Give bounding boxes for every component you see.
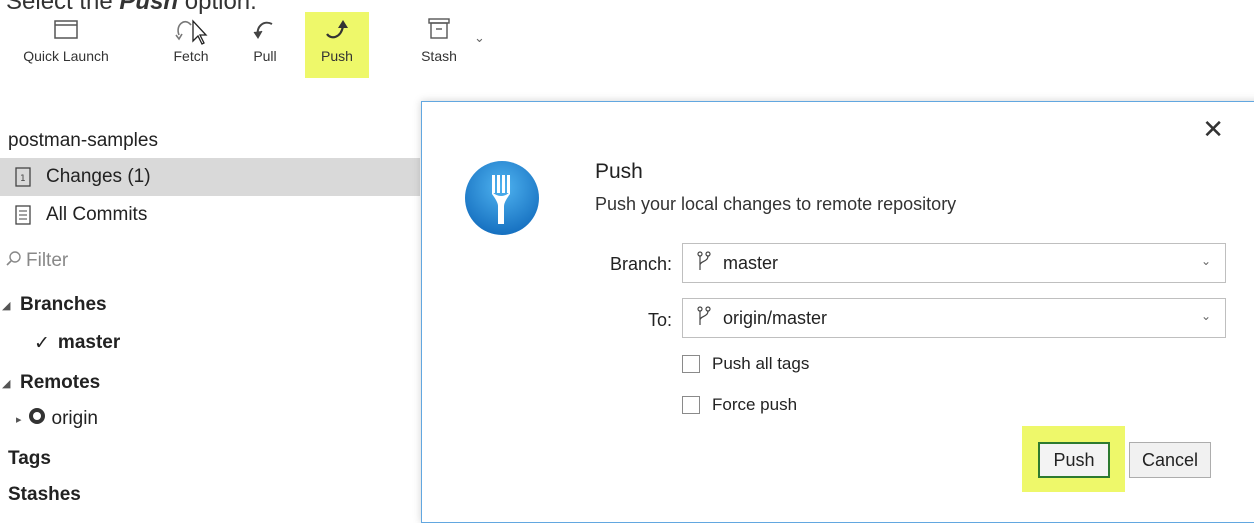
pull-icon xyxy=(252,12,278,46)
fetch-button[interactable]: Fetch xyxy=(162,12,220,78)
quick-launch-label: Quick Launch xyxy=(23,48,109,64)
fetch-icon xyxy=(171,12,211,46)
stash-dropdown-chevron-icon[interactable]: ⌄ xyxy=(474,30,485,46)
checkbox-box[interactable] xyxy=(682,355,700,373)
svg-text:1: 1 xyxy=(20,174,26,184)
dialog-subtitle: Push your local changes to remote reposi… xyxy=(595,194,957,214)
toolbar: Quick Launch Fetch Pull Push Stash ⌄ xyxy=(0,8,560,78)
checkbox-box[interactable] xyxy=(682,396,700,414)
folder-icon xyxy=(53,12,79,46)
stash-icon xyxy=(426,12,452,46)
expand-triangle-icon: ▸ xyxy=(16,413,22,426)
all-commits-label: All Commits xyxy=(46,204,148,225)
stash-button[interactable]: Stash xyxy=(410,12,468,78)
branch-select-value: master xyxy=(723,252,779,273)
stash-label: Stash xyxy=(421,48,457,64)
branch-icon xyxy=(697,250,711,276)
fork-app-logo-icon xyxy=(464,160,540,236)
close-icon[interactable]: ✕ xyxy=(1202,114,1224,145)
branch-label: Branch: xyxy=(609,254,672,274)
branches-label: Branches xyxy=(20,294,107,315)
master-branch-label: master xyxy=(57,332,121,353)
stashes-label: Stashes xyxy=(8,484,81,505)
push-toolbar-button[interactable]: Push xyxy=(305,12,369,78)
push-all-tags-checkbox[interactable]: Push all tags xyxy=(682,354,809,374)
to-label: To: xyxy=(647,310,672,330)
sidebar-item-changes[interactable]: 1 Changes (1) xyxy=(0,158,420,196)
branch-select[interactable]: master ⌄ xyxy=(682,243,1226,283)
push-all-tags-label: Push all tags xyxy=(712,354,810,373)
origin-label: origin xyxy=(51,408,99,429)
tags-label: Tags xyxy=(8,448,51,469)
remotes-label: Remotes xyxy=(20,372,101,393)
tags-section[interactable]: Tags xyxy=(0,440,428,478)
filter-placeholder: Filter xyxy=(26,250,69,271)
repo-title: postman-samples xyxy=(8,130,158,151)
collapse-triangle-icon: ◢ xyxy=(2,299,11,312)
chevron-down-icon: ⌄ xyxy=(1200,254,1211,268)
remotes-section[interactable]: ◢ Remotes xyxy=(0,364,420,402)
pull-label: Pull xyxy=(253,48,277,64)
push-icon xyxy=(323,12,351,46)
sidebar-item-all-commits[interactable]: All Commits xyxy=(0,196,420,234)
fetch-label: Fetch xyxy=(173,48,209,64)
branch-icon xyxy=(697,305,711,331)
changes-icon: 1 xyxy=(12,167,34,187)
filter-input[interactable]: Filter xyxy=(0,242,420,280)
cancel-button[interactable]: Cancel xyxy=(1129,442,1211,478)
commits-icon xyxy=(12,205,34,225)
to-select[interactable]: origin/master ⌄ xyxy=(682,298,1226,338)
dialog-title: Push xyxy=(595,160,643,183)
sidebar: postman-samples 1 Changes (1) All Commit… xyxy=(0,120,420,506)
collapse-triangle-icon: ◢ xyxy=(2,377,11,390)
push-dialog: ✕ Push Push your local changes to remote… xyxy=(421,101,1254,523)
to-select-value: origin/master xyxy=(723,307,828,328)
chevron-down-icon: ⌄ xyxy=(1200,309,1211,323)
stashes-section[interactable]: Stashes xyxy=(0,476,428,514)
pull-button[interactable]: Pull xyxy=(244,12,286,78)
check-icon: ✓ xyxy=(34,332,50,354)
branches-section[interactable]: ◢ Branches xyxy=(0,286,420,324)
remote-item-origin[interactable]: ▸ origin xyxy=(0,400,420,438)
changes-label: Changes (1) xyxy=(46,166,151,187)
search-icon xyxy=(6,250,22,272)
quick-launch-button[interactable]: Quick Launch xyxy=(8,12,124,78)
github-icon xyxy=(28,407,46,431)
push-label: Push xyxy=(321,48,353,64)
force-push-label: Force push xyxy=(712,395,798,414)
force-push-checkbox[interactable]: Force push xyxy=(682,395,797,415)
push-button[interactable]: Push xyxy=(1038,442,1110,478)
branch-item-master[interactable]: ✓ master xyxy=(0,324,420,362)
